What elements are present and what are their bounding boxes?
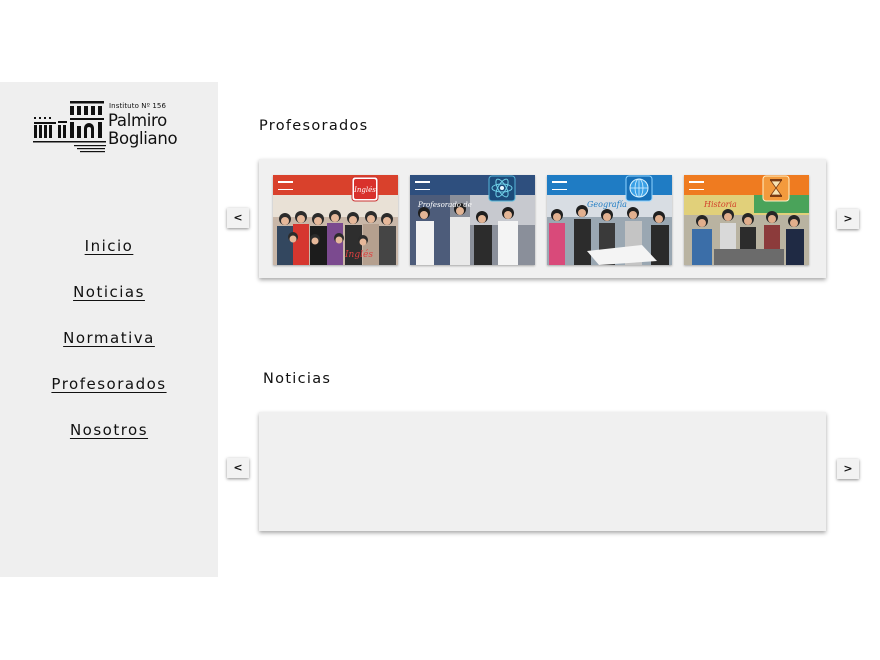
svg-text:Inglés: Inglés <box>344 249 373 260</box>
profesorado-card-geografia[interactable]: Geografía <box>547 175 672 265</box>
profesorados-title: Profesorados <box>259 118 369 134</box>
nav-item-nosotros: Nosotros <box>0 420 218 439</box>
brand-name-line2: Bogliano <box>108 129 178 148</box>
noticias-prev-button[interactable]: < <box>227 458 249 478</box>
group-photo-icon: Inglés <box>273 195 398 265</box>
profesorado-card-ingles[interactable]: Inglés Inglés <box>273 175 398 265</box>
mini-logo-icon <box>552 181 567 190</box>
nav-link-nosotros[interactable]: Nosotros <box>70 421 148 439</box>
mini-logo-icon <box>278 181 293 190</box>
profesorados-next-button[interactable]: > <box>837 209 859 229</box>
mini-logo-icon <box>689 181 704 190</box>
nav-item-profesorados: Profesorados <box>0 374 218 393</box>
noticias-next-button[interactable]: > <box>837 459 859 479</box>
svg-text:Profesorado de: Profesorado de <box>417 201 472 209</box>
nav-link-normativa[interactable]: Normativa <box>63 329 155 347</box>
svg-text:Historia: Historia <box>703 200 737 209</box>
students-photo-icon: Historia <box>684 195 809 265</box>
nav-item-normativa: Normativa <box>0 328 218 347</box>
hourglass-badge-icon <box>762 175 790 202</box>
nav-link-inicio[interactable]: Inicio <box>85 237 134 255</box>
building-logo-icon <box>33 101 106 153</box>
mini-logo-icon <box>415 181 430 190</box>
noticias-title: Noticias <box>263 371 332 387</box>
nav-link-profesorados[interactable]: Profesorados <box>51 375 166 393</box>
lab-photo-icon: Profesorado de <box>410 195 535 265</box>
noticias-carousel <box>259 412 826 531</box>
profesorado-card-quimica[interactable]: Profesorado de <box>410 175 535 265</box>
brand-name-line1: Palmiro <box>108 111 167 130</box>
profesorados-carousel: Inglés Inglés Profesorado de Geografía H… <box>259 159 826 278</box>
site-logo[interactable]: Instituto Nº 156 Palmiro Bogliano <box>33 101 193 159</box>
nav-item-inicio: Inicio <box>0 236 218 255</box>
sidebar: Instituto Nº 156 Palmiro Bogliano Inicio… <box>0 82 218 577</box>
profesorados-prev-button[interactable]: < <box>227 208 249 228</box>
classroom-photo-icon: Geografía <box>547 195 672 265</box>
nav-link-noticias[interactable]: Noticias <box>73 283 145 301</box>
svg-text:Geografía: Geografía <box>587 200 627 209</box>
atom-badge-icon <box>488 175 516 202</box>
institute-number: Instituto Nº 156 <box>109 102 166 110</box>
globe-badge-icon <box>625 175 653 202</box>
nav-item-noticias: Noticias <box>0 282 218 301</box>
flag-badge-icon: Inglés <box>351 176 379 202</box>
card-badge-label: Inglés <box>353 186 376 194</box>
profesorado-card-historia[interactable]: Historia <box>684 175 809 265</box>
